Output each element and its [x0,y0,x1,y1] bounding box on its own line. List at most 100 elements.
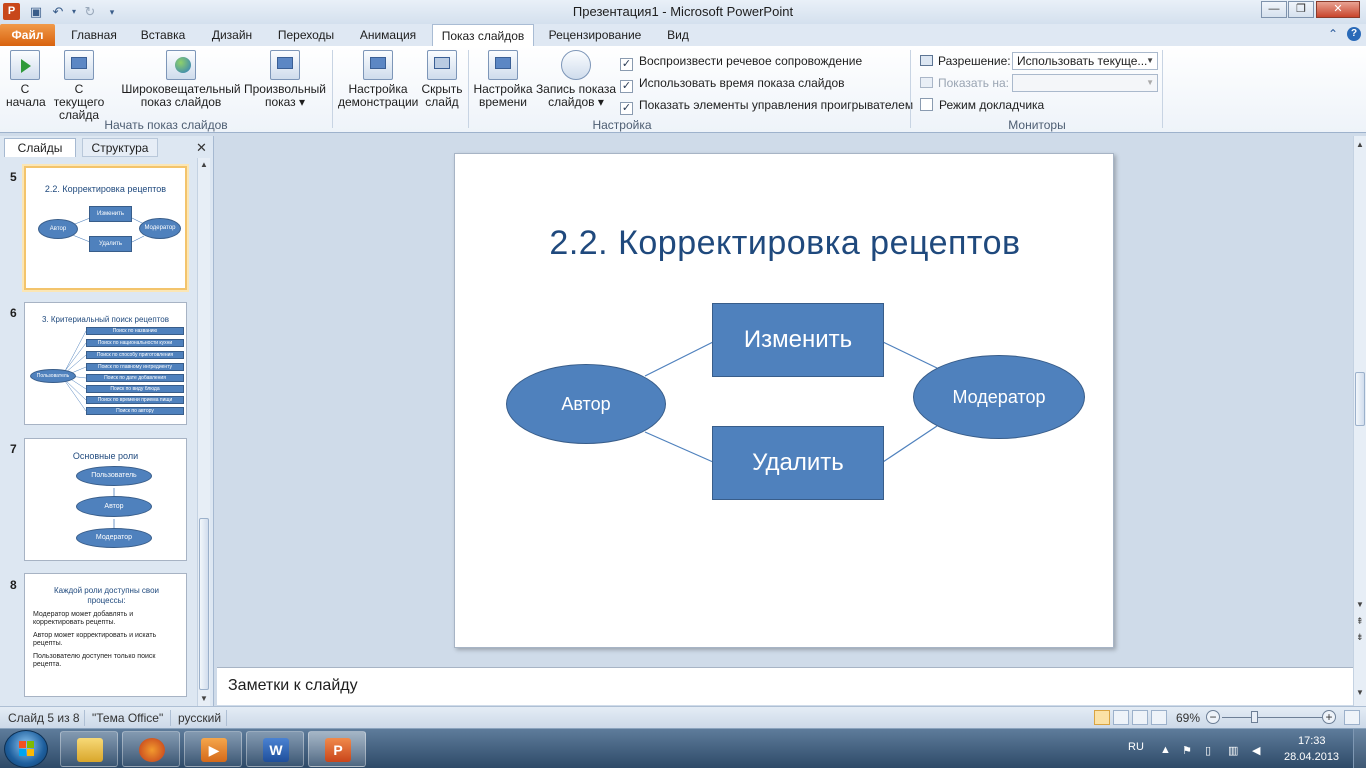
from-beginning-button[interactable]: С начала [6,50,46,109]
slide-count: Слайд 5 из 8 [8,711,80,725]
clock-time[interactable]: 17:33 [1298,735,1326,747]
action-center-flag-icon[interactable]: ⚑ [1182,744,1192,757]
status-separator [84,710,85,726]
record-slideshow-button[interactable]: Запись показа слайдов ▾ [534,50,618,109]
thumb-shape: Пользователь [30,369,76,383]
hide-slide-button[interactable]: Скрыть слайд [420,50,464,109]
taskbar-word[interactable]: W [246,731,304,767]
use-timings-checkbox[interactable]: ✓ Использовать время показа слайдов [620,75,845,93]
taskbar-explorer[interactable] [60,731,118,767]
resolution-dropdown[interactable]: Использовать текуще... ▼ [1012,52,1158,70]
taskbar-firefox[interactable] [122,731,180,767]
custom-slideshow-button[interactable]: Произвольный показ ▾ [242,50,328,109]
author-ellipse[interactable]: Автор [506,364,666,444]
tab-slideshow[interactable]: Показ слайдов [432,24,534,46]
show-hidden-icons-icon[interactable]: ▲ [1160,744,1171,756]
panel-scrollbar[interactable]: ▲ ▼ [197,158,210,706]
maximize-button[interactable]: ❐ [1288,1,1314,18]
edit-box[interactable]: Изменить [712,303,884,377]
slide-thumbnail-5[interactable]: 2.2. Корректировка рецептов Автор Измени… [24,166,187,290]
taskbar-media-player[interactable]: ▶ [184,731,242,767]
start-button[interactable] [4,730,48,768]
checkbox-checked-icon[interactable]: ✓ [620,58,633,71]
show-on-dropdown[interactable]: ▼ [1012,74,1158,92]
network-icon[interactable]: ▥ [1228,744,1238,757]
reading-view-icon[interactable] [1132,710,1148,725]
tab-outline[interactable]: Структура [82,138,158,157]
scroll-up-icon[interactable]: ▲ [1356,140,1364,149]
scroll-down-icon[interactable]: ▼ [1356,600,1364,609]
slide-thumbnail-7[interactable]: Основные роли Пользователь Автор Модерат… [24,438,187,561]
next-slide-icon[interactable]: ⇟ [1356,632,1364,643]
slide-thumbnail-8[interactable]: Каждой роли доступны свои процессы: Моде… [24,573,187,697]
custom-show-label-1: Произвольный [243,82,327,96]
group-label-start: Начать показ слайдов [104,118,228,132]
checkbox-checked-icon[interactable]: ✓ [620,80,633,93]
presenter-view-checkbox[interactable]: Режим докладчика [920,97,1044,113]
tab-design[interactable]: Дизайн [202,24,262,46]
current-slide[interactable]: 2.2. Корректировка рецептов Автор Измени… [454,153,1114,648]
zoom-out-button[interactable]: − [1206,710,1220,724]
input-language[interactable]: RU [1128,741,1144,753]
fit-slide-icon[interactable] [1344,710,1360,725]
firefox-icon [139,738,165,762]
show-on-label: Показать на: [938,76,1009,90]
tab-transitions[interactable]: Переходы [272,24,340,46]
scroll-up-icon[interactable]: ▲ [200,160,208,169]
scroll-down-icon[interactable]: ▼ [1356,688,1364,697]
timings-label-2: времени [479,95,527,109]
taskbar-powerpoint[interactable]: P [308,731,366,767]
play-narrations-checkbox[interactable]: ✓ Воспроизвести речевое сопровождение [620,53,862,71]
minimize-button[interactable]: — [1261,1,1287,18]
rehearse-timings-icon [488,50,518,80]
broadcast-slideshow-button[interactable]: Широковещательный показ слайдов [118,50,244,109]
ribbon-separator [1162,50,1163,128]
from-current-slide-button[interactable]: С текущего слайда [48,50,110,122]
zoom-slider-track[interactable] [1222,717,1322,718]
previous-slide-icon[interactable]: ⇞ [1356,616,1364,627]
thumb-list-item: Поиск по дате добавления [86,374,184,382]
normal-view-icon[interactable] [1094,710,1110,725]
theme-name[interactable]: "Тема Office" [92,711,163,725]
show-desktop-button[interactable] [1353,729,1366,768]
clock-date[interactable]: 28.04.2013 [1284,751,1339,763]
delete-box[interactable]: Удалить [712,426,884,500]
checkbox-unchecked-icon[interactable] [920,98,933,111]
close-button[interactable]: ✕ [1316,1,1360,18]
tab-home[interactable]: Главная [64,24,124,46]
slide-sorter-view-icon[interactable] [1113,710,1129,725]
moderator-ellipse[interactable]: Модератор [913,355,1085,439]
minimize-ribbon-icon[interactable]: ⌃ [1328,27,1338,41]
thumb-list-item: Поиск по национальности кухни [86,339,184,347]
hide-slide-label-2: слайд [425,95,459,109]
close-panel-icon[interactable]: ✕ [196,140,207,156]
slide-thumbnail-6[interactable]: 3. Критериальный поиск рецептов Пользова… [24,302,187,425]
zoom-level[interactable]: 69% [1176,711,1200,725]
tab-view[interactable]: Вид [660,24,696,46]
group-label-monitors: Мониторы [1008,118,1066,132]
checkbox-checked-icon[interactable]: ✓ [620,102,633,115]
slide-scrollbar[interactable]: ▲ ▼ ⇞ ⇟ ▼ [1353,136,1366,706]
ribbon-separator [332,50,333,128]
slide-scrollbar-thumb[interactable] [1355,372,1365,426]
help-icon[interactable]: ? [1347,27,1361,41]
zoom-in-button[interactable]: + [1322,710,1336,724]
setup-slideshow-button[interactable]: Настройка демонстрации [338,50,418,109]
tab-animation[interactable]: Анимация [350,24,426,46]
tab-file[interactable]: Файл [0,24,55,46]
tab-review[interactable]: Рецензирование [542,24,648,46]
device-icon[interactable]: ▯ [1205,744,1211,757]
show-media-controls-checkbox[interactable]: ✓ Показать элементы управления проигрыват… [620,97,913,115]
slideshow-view-icon[interactable] [1151,710,1167,725]
notes-pane[interactable]: Заметки к слайду [217,667,1353,705]
language[interactable]: русский [178,711,221,725]
panel-scrollbar-thumb[interactable] [199,518,209,690]
tab-insert[interactable]: Вставка [134,24,192,46]
zoom-slider-knob[interactable] [1251,711,1258,723]
rehearse-timings-button[interactable]: Настройка времени [472,50,534,109]
scroll-down-icon[interactable]: ▼ [200,694,208,703]
volume-icon[interactable]: ◀ [1252,744,1260,757]
tab-slides[interactable]: Слайды [4,138,76,157]
taskbar: ▶ W P RU ▲ ⚑ ▯ ▥ ◀ 17:33 28.04.2013 [0,728,1366,768]
custom-show-icon [270,50,300,80]
